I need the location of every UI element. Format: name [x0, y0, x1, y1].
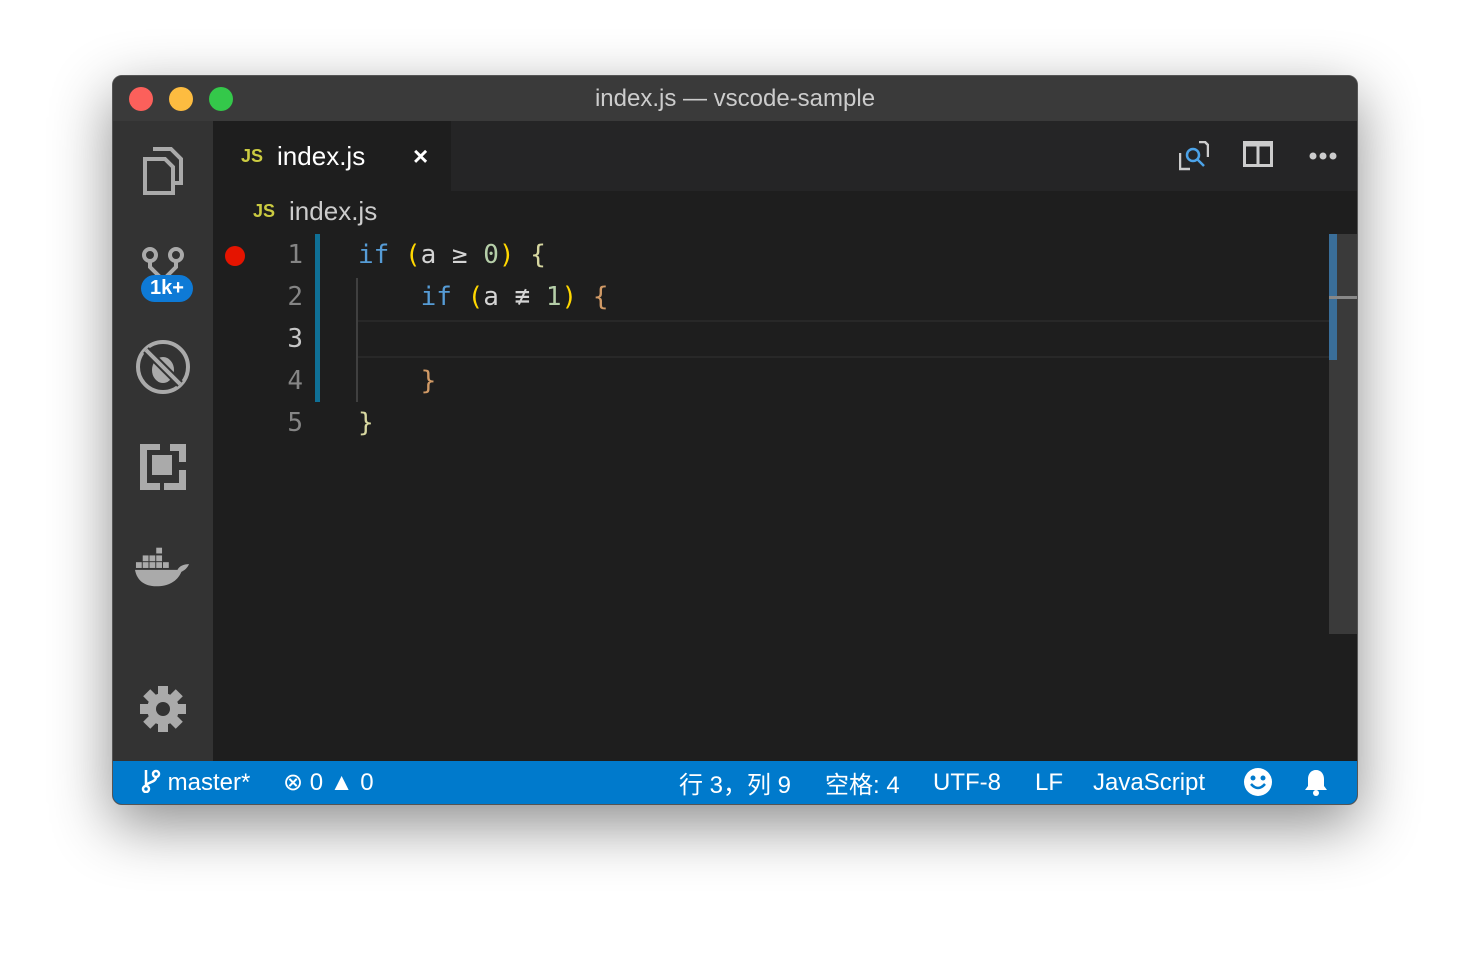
- git-branch-icon: [141, 769, 161, 793]
- cursor-position[interactable]: 行 3，列 9: [679, 765, 791, 800]
- js-file-icon: JS: [241, 145, 264, 166]
- breakpoint-icon[interactable]: [225, 246, 245, 266]
- docker-icon[interactable]: [135, 539, 191, 595]
- error-count: 0: [309, 769, 324, 796]
- zoom-window-button[interactable]: [209, 87, 233, 111]
- debug-disabled-icon[interactable]: [135, 339, 191, 395]
- close-tab-button[interactable]: ×: [413, 141, 428, 172]
- activity-bar: 1k+: [113, 121, 213, 763]
- line-number: 4: [287, 366, 303, 396]
- code-text: }: [358, 408, 374, 438]
- feedback-smiley-icon[interactable]: [1243, 767, 1273, 804]
- code-text: if (a ≢ 1) {: [420, 282, 609, 312]
- notifications-bell-icon[interactable]: [1303, 768, 1329, 803]
- tab-label: index.js: [277, 140, 366, 171]
- vertical-scrollbar[interactable]: [1329, 234, 1357, 634]
- code-line: 1 if (a ≥ 0) {: [213, 234, 1329, 276]
- split-editor-icon[interactable]: [1243, 141, 1273, 172]
- close-window-button[interactable]: [129, 87, 153, 111]
- minimize-window-button[interactable]: [169, 87, 193, 111]
- code-line: 4 }: [213, 360, 1329, 402]
- indentation[interactable]: 空格: 4: [825, 765, 900, 800]
- title-bar: index.js — vscode-sample: [113, 76, 1357, 121]
- vscode-window: index.js — vscode-sample 1k+ JS index.js…: [112, 75, 1358, 805]
- code-editor[interactable]: 1 if (a ≥ 0) { 2 if (a ≢ 1) { 3 4 } 5}: [213, 234, 1329, 444]
- tab-bar: JS index.js ×: [213, 121, 1357, 191]
- open-changes-icon[interactable]: [1178, 140, 1210, 176]
- code-text: }: [420, 366, 437, 396]
- line-number: 1: [287, 240, 303, 270]
- files-icon[interactable]: [135, 143, 191, 199]
- code-line: 3: [213, 318, 1329, 360]
- line-number: 5: [287, 408, 303, 438]
- code-line: 5}: [213, 402, 1329, 444]
- line-number: 3: [287, 324, 303, 354]
- extensions-icon[interactable]: [135, 439, 191, 495]
- more-actions-icon[interactable]: [1309, 147, 1337, 165]
- language-mode[interactable]: JavaScript: [1093, 769, 1205, 797]
- tab-index-js[interactable]: JS index.js ×: [213, 121, 451, 191]
- js-file-icon: JS: [253, 201, 276, 221]
- warning-count: 0: [360, 769, 374, 796]
- cursor-position-marker: [1329, 296, 1357, 299]
- breadcrumb[interactable]: JS index.js: [253, 196, 377, 227]
- end-of-line[interactable]: LF: [1035, 769, 1063, 797]
- window-title: index.js — vscode-sample: [594, 85, 876, 112]
- breadcrumb-file[interactable]: index.js: [289, 196, 377, 227]
- status-bar: master* ⊗ 0 ▲ 0 行 3，列 9 空格: 4 UTF-8 LF J…: [113, 761, 1357, 804]
- code-line: 2 if (a ≢ 1) {: [213, 276, 1329, 318]
- encoding[interactable]: UTF-8: [933, 769, 1001, 797]
- source-control-badge: 1k+: [141, 275, 193, 302]
- git-branch-item[interactable]: master*: [141, 769, 250, 797]
- code-text: if (a ≥ 0) {: [358, 240, 546, 270]
- line-number: 2: [287, 282, 303, 312]
- problems-item[interactable]: ⊗ 0 ▲ 0: [283, 768, 374, 797]
- gear-icon[interactable]: [135, 681, 191, 737]
